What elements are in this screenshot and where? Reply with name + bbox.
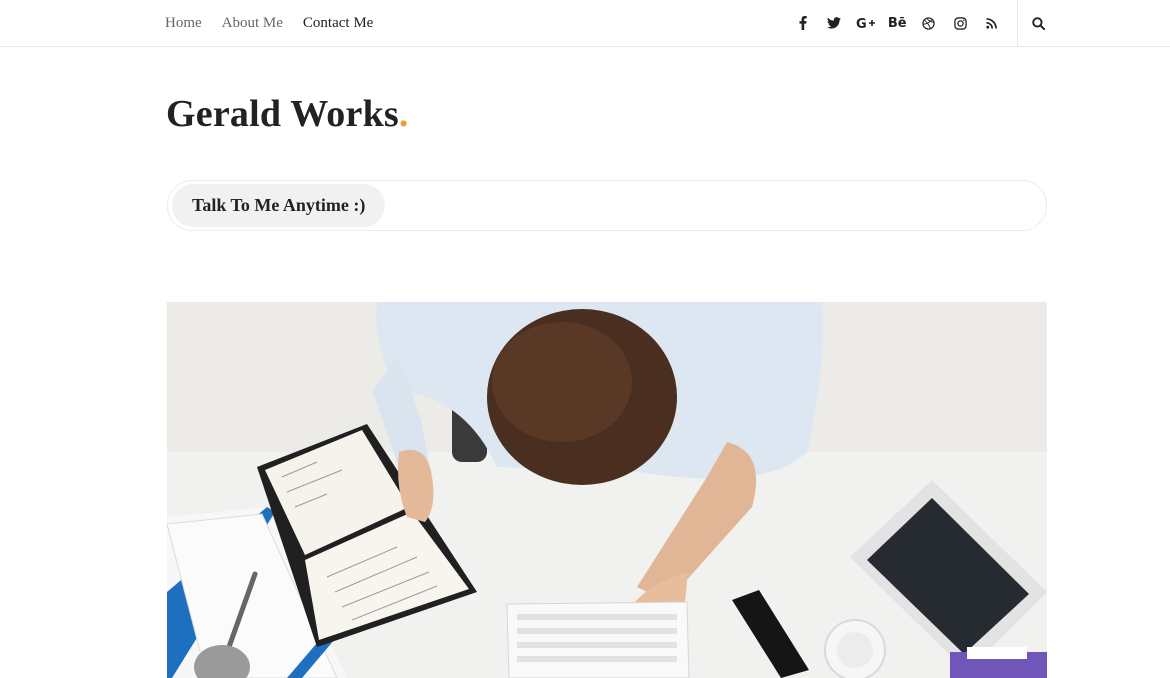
site-title[interactable]: Gerald Works. xyxy=(166,92,409,136)
search-button[interactable] xyxy=(1017,0,1058,46)
main-nav: Home About Me Contact Me xyxy=(165,0,373,46)
top-bar: Home About Me Contact Me G Bē xyxy=(0,0,1170,47)
site-title-dot: . xyxy=(398,93,409,135)
twitter-icon[interactable] xyxy=(819,0,851,46)
nav-about-me[interactable]: About Me xyxy=(222,15,283,32)
search-icon xyxy=(1031,16,1045,30)
google-plus-icon[interactable]: G xyxy=(850,0,882,46)
nav-contact-me[interactable]: Contact Me xyxy=(303,15,373,32)
hero-image xyxy=(167,302,1047,678)
rss-icon[interactable] xyxy=(976,0,1008,46)
instagram-icon[interactable] xyxy=(945,0,977,46)
dribbble-icon[interactable] xyxy=(913,0,945,46)
hero-photo-illustration xyxy=(167,302,1047,678)
svg-text:G: G xyxy=(856,17,867,29)
tagline-bar: Talk To Me Anytime :) xyxy=(167,180,1047,231)
social-links: G Bē xyxy=(787,0,1008,46)
tagline-label: Talk To Me Anytime :) xyxy=(172,184,386,227)
facebook-icon[interactable] xyxy=(787,0,819,46)
behance-icon[interactable]: Bē xyxy=(882,0,914,46)
nav-home[interactable]: Home xyxy=(165,15,202,32)
